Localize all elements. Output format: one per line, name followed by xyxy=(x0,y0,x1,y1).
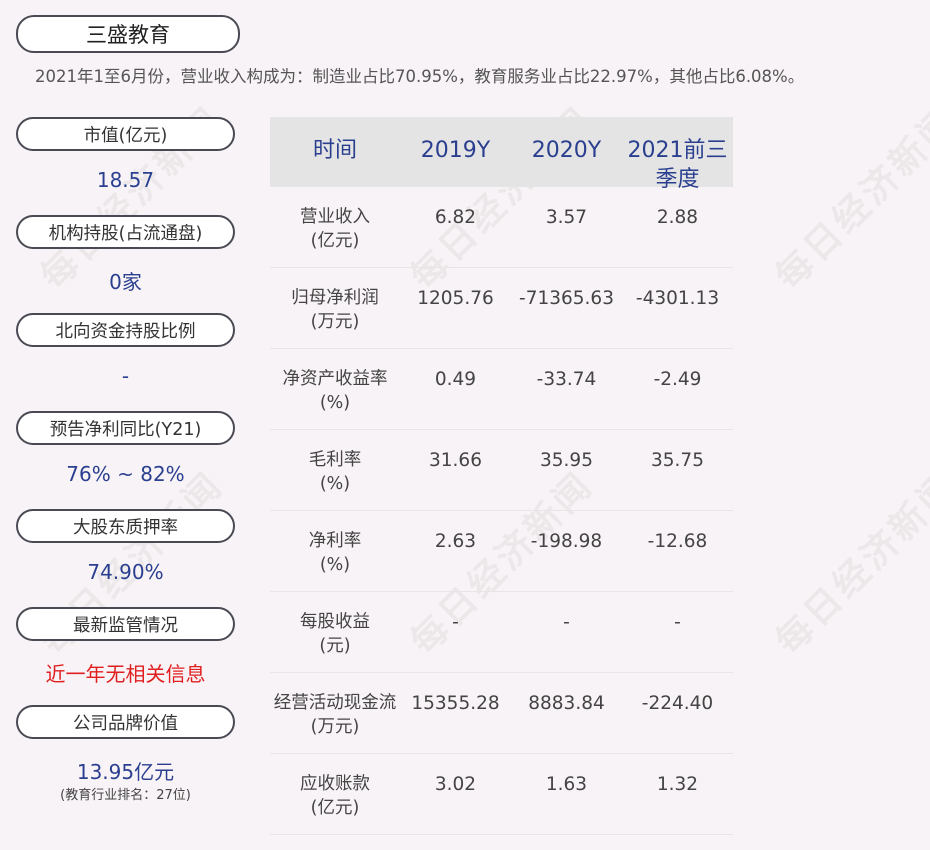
table-cell: 2.88 xyxy=(656,207,699,228)
metric-institutional-holdings: 机构持股(占流通盘) 0家 xyxy=(16,215,235,313)
table-header: 时间 2019Y 2020Y 2021前三季度 xyxy=(270,117,733,192)
row-label: 应收账款 (亿元) xyxy=(300,774,370,818)
metric-northbound-holdings: 北向资金持股比例 - xyxy=(16,313,235,411)
header-cell: 2021前三季度 xyxy=(627,138,728,192)
metric-value: 76% ~ 82% xyxy=(66,462,185,486)
table-cell: -71365.63 xyxy=(519,288,614,309)
metric-label: 公司品牌价值 xyxy=(16,705,235,739)
table-cell: 3.57 xyxy=(545,207,588,228)
metric-note: (教育行业排名：27位) xyxy=(60,788,191,803)
metric-label: 预告净利同比(Y21) xyxy=(16,411,235,445)
header-cell: 2019Y xyxy=(420,138,491,163)
metric-label: 北向资金持股比例 xyxy=(16,313,235,347)
metric-market-cap: 市值(亿元) 18.57 xyxy=(16,117,235,215)
table-cell: -12.68 xyxy=(647,531,708,552)
revenue-composition-text: 2021年1至6月份，营业收入构成为：制造业占比70.95%，教育服务业占比22… xyxy=(35,67,805,86)
table-cell: 35.95 xyxy=(540,450,593,471)
table-row: 每股收益 (元) - - - xyxy=(270,592,733,673)
metric-pledge-ratio: 大股东质押率 74.90% xyxy=(16,509,235,607)
metric-value: 74.90% xyxy=(87,560,164,584)
metric-value: 0家 xyxy=(109,270,142,294)
table-row: 净利率 (%) 2.63 -198.98 -12.68 xyxy=(270,511,733,592)
metric-regulatory-status: 最新监管情况 近一年无相关信息 xyxy=(16,607,235,705)
row-label: 经营活动现金流 (万元) xyxy=(273,693,397,737)
metric-value: 近一年无相关信息 xyxy=(45,662,206,686)
header-cell: 2020Y xyxy=(531,138,602,163)
table-cell: 35.75 xyxy=(651,450,704,471)
metric-value: - xyxy=(121,364,130,388)
table-cell: -4301.13 xyxy=(635,288,720,309)
table-cell: 3.02 xyxy=(434,774,477,795)
table-cell: 1205.76 xyxy=(417,288,494,309)
table-cell: 31.66 xyxy=(429,450,482,471)
metric-label: 大股东质押率 xyxy=(16,509,235,543)
table-cell: - xyxy=(563,612,570,633)
financial-table: 时间 2019Y 2020Y 2021前三季度 营业收入 (亿元) 6.82 3.… xyxy=(270,117,733,835)
row-label: 毛利率 (%) xyxy=(308,450,362,494)
metric-profit-forecast: 预告净利同比(Y21) 76% ~ 82% xyxy=(16,411,235,509)
table-row: 经营活动现金流 (万元) 15355.28 8883.84 -224.40 xyxy=(270,673,733,754)
row-label: 每股收益 (元) xyxy=(300,612,370,656)
table-cell: - xyxy=(674,612,681,633)
table-cell: 1.63 xyxy=(545,774,588,795)
table-row: 毛利率 (%) 31.66 35.95 35.75 xyxy=(270,430,733,511)
metric-label: 市值(亿元) xyxy=(16,117,235,151)
table-cell: 0.49 xyxy=(434,369,477,390)
metric-value: 18.57 xyxy=(96,168,155,192)
metric-label: 机构持股(占流通盘) xyxy=(16,215,235,249)
company-title: 三盛教育 xyxy=(16,15,240,53)
table-cell: -2.49 xyxy=(653,369,702,390)
table-row: 营业收入 (亿元) 6.82 3.57 2.88 xyxy=(270,187,733,268)
row-label: 归母净利润 (万元) xyxy=(291,288,379,332)
table-cell: 6.82 xyxy=(434,207,477,228)
metric-brand-value: 公司品牌价值 13.95亿元 (教育行业排名：27位) xyxy=(16,705,235,803)
metrics-column: 市值(亿元) 18.57 机构持股(占流通盘) 0家 北向资金持股比例 - 预告… xyxy=(16,117,235,803)
table-cell: -33.74 xyxy=(536,369,597,390)
row-label: 净利率 (%) xyxy=(308,531,362,575)
table-row: 归母净利润 (万元) 1205.76 -71365.63 -4301.13 xyxy=(270,268,733,349)
table-cell: -198.98 xyxy=(530,531,603,552)
row-label: 营业收入 (亿元) xyxy=(300,207,370,251)
metric-label: 最新监管情况 xyxy=(16,607,235,641)
metric-value: 13.95亿元 xyxy=(76,760,175,784)
table-cell: - xyxy=(452,612,459,633)
table-row: 净资产收益率 (%) 0.49 -33.74 -2.49 xyxy=(270,349,733,430)
table-cell: 2.63 xyxy=(434,531,477,552)
table-row: 应收账款 (亿元) 3.02 1.63 1.32 xyxy=(270,754,733,835)
watermark: 每日经济新闻 xyxy=(768,99,930,298)
table-cell: 8883.84 xyxy=(528,693,605,714)
table-cell: 15355.28 xyxy=(411,693,500,714)
table-cell: -224.40 xyxy=(641,693,714,714)
watermark: 每日经济新闻 xyxy=(768,464,930,663)
header-cell: 时间 xyxy=(312,138,357,163)
table-cell: 1.32 xyxy=(656,774,699,795)
row-label: 净资产收益率 (%) xyxy=(282,369,388,413)
